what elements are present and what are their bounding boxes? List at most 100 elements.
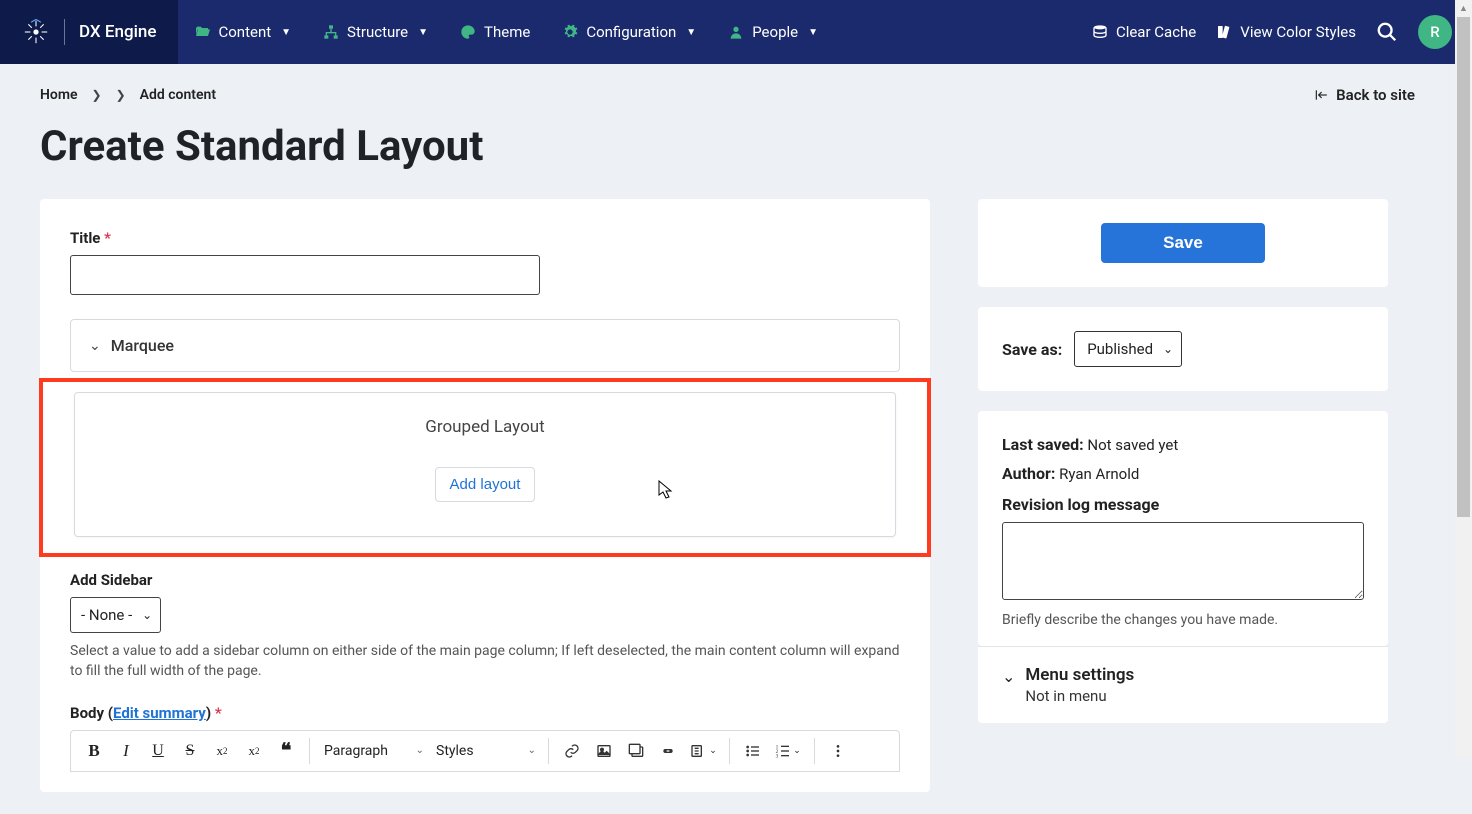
bullet-list-button[interactable] <box>738 736 768 766</box>
meta-card: Last saved: Not saved yet Author: Ryan A… <box>978 411 1388 646</box>
save-as-label: Save as: <box>1002 340 1062 359</box>
add-layout-button[interactable]: Add layout <box>435 467 536 502</box>
menu-settings-title: Menu settings <box>1025 665 1134 685</box>
chevron-down-icon: ⌄ <box>1163 342 1173 356</box>
chevron-down-icon: ▼ <box>686 27 696 38</box>
view-color-label: View Color Styles <box>1240 23 1356 41</box>
crumb-home[interactable]: Home <box>40 87 78 103</box>
save-card: Save <box>978 199 1388 287</box>
image-button[interactable] <box>589 736 619 766</box>
marquee-collapse[interactable]: ⌄ Marquee <box>70 319 900 372</box>
swatches-icon <box>1216 24 1232 40</box>
scrollbar-thumb[interactable] <box>1457 17 1470 517</box>
styles-select[interactable]: Styles ⌄ <box>430 736 540 766</box>
chevron-down-icon: ▼ <box>281 27 291 38</box>
brand-name: DX Engine <box>79 22 156 42</box>
save-as-card: Save as: Published ⌄ <box>978 307 1388 391</box>
embed-icon <box>660 743 676 759</box>
view-color-styles-link[interactable]: View Color Styles <box>1216 23 1356 41</box>
columns: Title * ⌄ Marquee Grouped Layout Add lay… <box>40 199 1415 792</box>
editor-toolbar: B I U S x2 x2 ❝ Paragraph ⌄ Styles ⌄ <box>70 730 900 772</box>
title-input[interactable] <box>70 255 540 295</box>
italic-button[interactable]: I <box>111 736 141 766</box>
quote-button[interactable]: ❝ <box>271 736 301 766</box>
folder-open-icon <box>194 24 210 40</box>
scrollbar-up-icon[interactable]: ▲ <box>1455 0 1472 17</box>
search-button[interactable] <box>1376 21 1398 43</box>
scrollbar-track[interactable]: ▲ <box>1455 0 1472 757</box>
chevron-down-icon: ▼ <box>808 27 818 38</box>
sitemap-icon <box>323 24 339 40</box>
revision-label: Revision log message <box>1002 495 1364 514</box>
nav-configuration[interactable]: Configuration ▼ <box>546 0 712 64</box>
media-button[interactable]: ⌄ <box>685 736 721 766</box>
nav-label: Content <box>218 23 271 41</box>
body-label: Body (Edit summary) * <box>70 704 900 722</box>
media-icon <box>689 743 707 759</box>
add-sidebar-label: Add Sidebar <box>70 571 900 589</box>
bullet-list-icon <box>745 743 761 759</box>
nav-people[interactable]: People ▼ <box>712 0 834 64</box>
paragraph-select[interactable]: Paragraph ⌄ <box>318 736 428 766</box>
avatar-initial: R <box>1430 23 1439 41</box>
nav-label: Configuration <box>586 23 676 41</box>
highlighted-section: Grouped Layout Add layout <box>39 378 931 557</box>
chevron-down-icon: ⌄ <box>528 745 536 756</box>
crumb-add-content[interactable]: Add content <box>140 87 216 103</box>
back-icon <box>1314 88 1328 102</box>
strike-button[interactable]: S <box>175 736 205 766</box>
nav-label: Structure <box>347 23 408 41</box>
grouped-layout-title: Grouped Layout <box>95 417 875 437</box>
bold-button[interactable]: B <box>79 736 109 766</box>
page-title: Create Standard Layout <box>40 122 1415 171</box>
subscript-button[interactable]: x2 <box>239 736 269 766</box>
embed-button[interactable] <box>653 736 683 766</box>
chevron-right-icon: ❯ <box>92 88 102 102</box>
author-row: Author: Ryan Arnold <box>1002 464 1364 483</box>
underline-button[interactable]: U <box>143 736 173 766</box>
back-to-site-link[interactable]: Back to site <box>1314 86 1415 104</box>
breadcrumb: Home ❯ ❯ Add content <box>40 87 216 103</box>
revision-textarea[interactable] <box>1002 522 1364 600</box>
save-button[interactable]: Save <box>1101 223 1265 263</box>
chevron-down-icon: ⌄ <box>89 338 101 354</box>
last-saved-row: Last saved: Not saved yet <box>1002 435 1364 454</box>
save-as-select[interactable]: Published ⌄ <box>1074 331 1182 367</box>
numbered-list-icon: 123 <box>775 743 791 759</box>
clear-cache-link[interactable]: Clear Cache <box>1092 23 1196 41</box>
main-form-card: Title * ⌄ Marquee Grouped Layout Add lay… <box>40 199 930 792</box>
sidebar: Save Save as: Published ⌄ Last saved: No… <box>978 199 1388 723</box>
nav-structure[interactable]: Structure ▼ <box>307 0 444 64</box>
title-label: Title * <box>70 229 900 247</box>
svg-text:3: 3 <box>776 753 779 758</box>
save-as-value: Published <box>1087 340 1153 358</box>
gallery-button[interactable] <box>621 736 651 766</box>
more-button[interactable] <box>823 736 853 766</box>
required-mark: * <box>104 229 111 247</box>
add-sidebar-select[interactable]: - None - ⌄ <box>70 597 161 633</box>
nav-theme[interactable]: Theme <box>444 0 546 64</box>
numbered-list-button[interactable]: 123⌄ <box>770 736 806 766</box>
right-nav: Clear Cache View Color Styles R <box>1092 0 1472 64</box>
page-body: Home ❯ ❯ Add content Back to site Create… <box>0 64 1455 814</box>
clear-cache-label: Clear Cache <box>1116 23 1196 41</box>
link-button[interactable] <box>557 736 587 766</box>
menu-settings-card[interactable]: ⌄ Menu settings Not in menu <box>978 646 1388 723</box>
superscript-button[interactable]: x2 <box>207 736 237 766</box>
edit-summary-link[interactable]: Edit summary <box>113 704 206 722</box>
add-sidebar-help: Select a value to add a sidebar column o… <box>70 641 900 682</box>
nav-label: Theme <box>484 23 530 41</box>
top-navbar: DX Engine Content ▼ Structure ▼ Theme Co… <box>0 0 1472 64</box>
brand-logo[interactable]: DX Engine <box>0 0 178 64</box>
nav-content[interactable]: Content ▼ <box>178 0 307 64</box>
toolbar-separator <box>548 738 549 764</box>
palette-icon <box>460 24 476 40</box>
avatar[interactable]: R <box>1418 15 1452 49</box>
logo-icon <box>22 18 50 46</box>
toolbar-separator <box>729 738 730 764</box>
marquee-label: Marquee <box>111 336 174 355</box>
chevron-down-icon: ⌄ <box>416 745 424 756</box>
add-sidebar-value: - None - <box>81 606 132 624</box>
chevron-down-icon: ▼ <box>418 27 428 38</box>
person-icon <box>728 24 744 40</box>
